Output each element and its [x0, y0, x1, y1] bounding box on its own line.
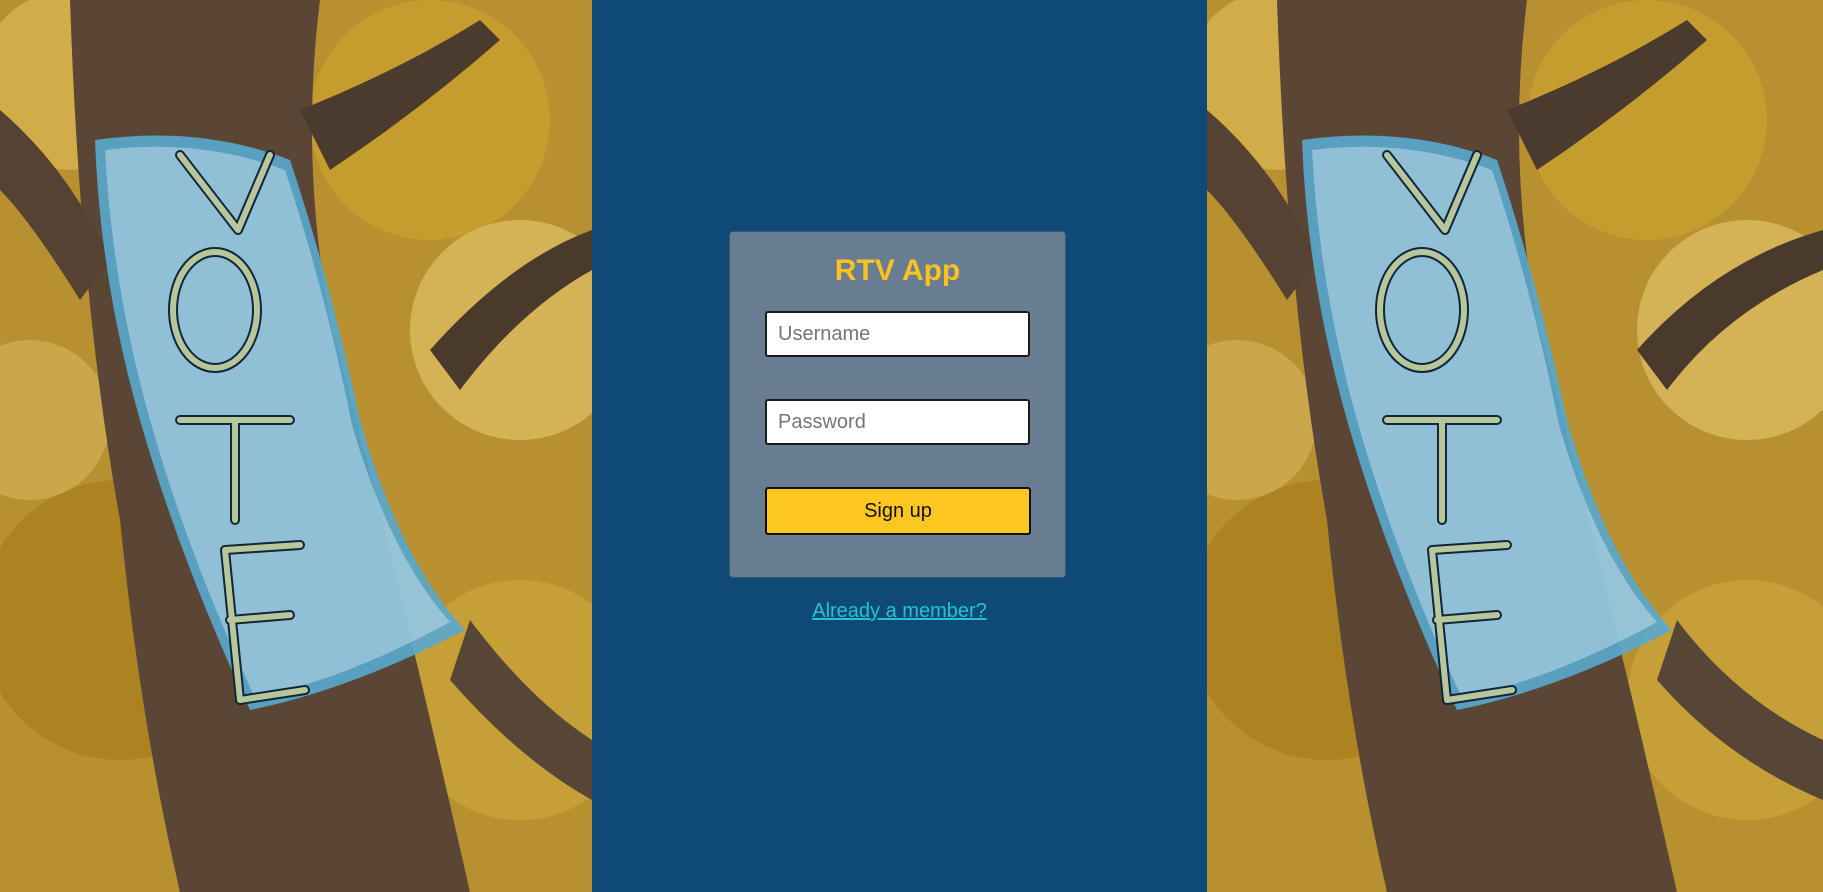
password-input[interactable] [765, 399, 1030, 445]
tree-vote-image [0, 0, 592, 892]
username-input[interactable] [765, 311, 1030, 357]
main-column: RTV App Sign up Already a member? [592, 0, 1207, 892]
signup-card: RTV App Sign up [729, 231, 1066, 578]
sign-up-button[interactable]: Sign up [765, 487, 1031, 535]
background-photo-right [1207, 0, 1823, 892]
background-photo-left [0, 0, 592, 892]
tree-vote-image [1207, 0, 1823, 892]
already-member-link[interactable]: Already a member? [592, 600, 1207, 623]
app-title: RTV App [834, 254, 961, 287]
